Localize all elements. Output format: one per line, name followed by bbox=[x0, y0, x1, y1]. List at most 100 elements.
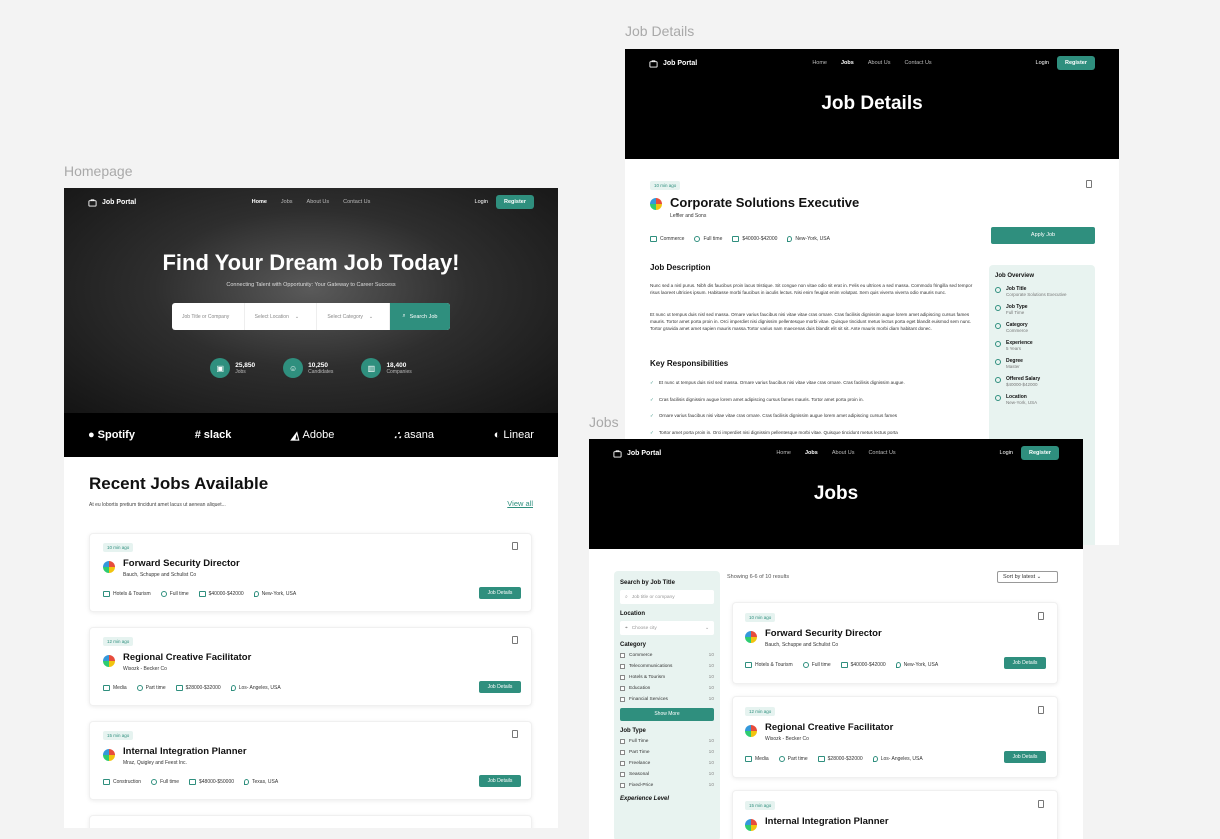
type-option[interactable]: Fixed-Price 10 bbox=[620, 781, 714, 789]
building-icon: ▥ bbox=[361, 358, 382, 378]
job-details-button[interactable]: Job Details bbox=[1004, 751, 1046, 763]
job-details-button[interactable]: Job Details bbox=[479, 775, 521, 787]
wallet-icon bbox=[732, 236, 740, 242]
nav-home[interactable]: Home bbox=[776, 450, 791, 456]
sort-select[interactable]: Sort by latest ⌄ bbox=[997, 571, 1058, 583]
bookmark-icon[interactable] bbox=[512, 730, 518, 738]
nav-about[interactable]: About Us bbox=[832, 450, 855, 456]
checkbox[interactable] bbox=[620, 738, 625, 744]
apply-job-button[interactable]: Apply Job bbox=[991, 227, 1095, 244]
nav-home[interactable]: Home bbox=[812, 60, 827, 66]
type-option[interactable]: Freelance 10 bbox=[620, 759, 714, 767]
category-select-label: Select Category bbox=[327, 313, 363, 320]
type-option[interactable]: Full Time 10 bbox=[620, 737, 714, 745]
time-badge: 15 min ago bbox=[745, 801, 776, 810]
category-option[interactable]: Financial Services 10 bbox=[620, 695, 714, 703]
nav-contact[interactable]: Contact Us bbox=[343, 199, 370, 205]
type-option[interactable]: Seasonal 10 bbox=[620, 770, 714, 778]
job-details-button[interactable]: Job Details bbox=[479, 587, 521, 599]
bookmark-icon[interactable] bbox=[1038, 706, 1044, 714]
type-option[interactable]: Part Time 10 bbox=[620, 748, 714, 756]
details-logo[interactable]: Job Portal bbox=[649, 59, 697, 68]
nav-home[interactable]: Home bbox=[252, 199, 267, 205]
checkbox[interactable] bbox=[620, 782, 625, 788]
time-badge: 15 min ago bbox=[103, 731, 134, 740]
bookmark-icon[interactable] bbox=[1038, 612, 1044, 620]
bookmark-icon[interactable] bbox=[1086, 180, 1092, 188]
job-title: Internal Integration Planner bbox=[765, 816, 889, 827]
register-button[interactable]: Register bbox=[1020, 446, 1059, 460]
job-card[interactable]: 15 min ago Internal Integration Planner … bbox=[89, 721, 532, 800]
time-badge: 12 min ago bbox=[103, 637, 134, 646]
job-card[interactable]: 10 min ago Forward Security Director Bau… bbox=[89, 533, 532, 612]
jobs-frame: Job Portal Home Jobs About Us Contact Us… bbox=[589, 439, 1083, 839]
job-card[interactable]: 12 min ago Regional Creative Facilitator… bbox=[732, 696, 1058, 778]
job-details-button[interactable]: Job Details bbox=[479, 681, 521, 693]
search-job-button[interactable]: ⌕ Search Job bbox=[390, 303, 451, 330]
job-card[interactable]: 10 min ago Forward Security Director Bau… bbox=[732, 602, 1058, 684]
category-select[interactable]: Select Category ⌄ bbox=[317, 303, 391, 330]
homepage-frame: Job Portal Home Jobs About Us Contact Us… bbox=[64, 188, 558, 828]
login-link[interactable]: Login bbox=[475, 199, 488, 205]
filter-search-title: Search by Job Title bbox=[620, 580, 675, 586]
job-search-bar: Job Title or Company Select Location ⌄ Se… bbox=[172, 303, 451, 330]
checkbox[interactable] bbox=[620, 749, 625, 755]
category-option[interactable]: Education 10 bbox=[620, 684, 714, 692]
jobs-logo[interactable]: Job Portal bbox=[613, 449, 661, 458]
bookmark-icon[interactable] bbox=[1038, 800, 1044, 808]
job-card[interactable]: 12 min ago Regional Creative Facilitator… bbox=[89, 627, 532, 706]
bookmark-icon[interactable] bbox=[512, 636, 518, 644]
checkbox[interactable] bbox=[620, 652, 625, 658]
nav-about[interactable]: About Us bbox=[307, 199, 330, 205]
register-button[interactable]: Register bbox=[1056, 56, 1095, 70]
briefcase-icon: ▣ bbox=[210, 358, 231, 378]
wallet-icon bbox=[188, 779, 196, 785]
checkbox[interactable] bbox=[620, 685, 625, 691]
job-title-input[interactable]: Job Title or Company bbox=[172, 303, 245, 330]
time-badge: 10 min ago bbox=[650, 181, 681, 190]
nav-jobs[interactable]: Jobs bbox=[281, 199, 293, 205]
view-all-link[interactable]: View all bbox=[507, 499, 533, 508]
job-title-search-input[interactable]: ⌕ Job title or company bbox=[620, 590, 714, 604]
category-option[interactable]: Telecommunications 10 bbox=[620, 662, 714, 670]
job-title: Regional Creative Facilitator bbox=[123, 652, 252, 663]
job-card[interactable] bbox=[89, 815, 532, 828]
overview-item: Degree Master bbox=[995, 358, 1089, 369]
show-more-button[interactable]: Show More bbox=[620, 708, 714, 721]
wallet-icon bbox=[840, 662, 848, 668]
category-option[interactable]: Hotels & Tourism 10 bbox=[620, 673, 714, 681]
briefcase-icon bbox=[103, 779, 110, 785]
checkbox[interactable] bbox=[620, 663, 625, 669]
nav-contact[interactable]: Contact Us bbox=[868, 450, 895, 456]
bookmark-icon[interactable] bbox=[512, 542, 518, 550]
register-button[interactable]: Register bbox=[495, 195, 534, 209]
checkbox[interactable] bbox=[620, 771, 625, 777]
nav-contact[interactable]: Contact Us bbox=[904, 60, 931, 66]
nav-jobs[interactable]: Jobs bbox=[805, 450, 818, 456]
filter-experience-title: Experience Level bbox=[620, 796, 670, 802]
overview-item: Location New-York, USA bbox=[995, 394, 1089, 405]
recent-jobs-subtitle: At eu lobortis pretium tincidunt amet la… bbox=[89, 502, 226, 508]
city-select[interactable]: ⌖ Choose city ⌄ bbox=[620, 621, 714, 635]
login-link[interactable]: Login bbox=[1000, 450, 1013, 456]
home-logo[interactable]: Job Portal bbox=[88, 198, 136, 207]
login-link[interactable]: Login bbox=[1036, 60, 1049, 66]
checkbox[interactable] bbox=[620, 674, 625, 680]
location-icon bbox=[872, 756, 878, 762]
checkbox[interactable] bbox=[620, 696, 625, 702]
jobs-page-title: Jobs bbox=[813, 483, 859, 504]
responsibility-item: ✓ Tortor amet porta proin in. Orci imperd… bbox=[650, 430, 898, 436]
job-card[interactable]: 15 min ago Internal Integration Planner bbox=[732, 790, 1058, 839]
location-select[interactable]: Select Location ⌄ bbox=[245, 303, 318, 330]
briefcase-icon bbox=[103, 685, 110, 691]
nav-jobs[interactable]: Jobs bbox=[841, 60, 854, 66]
category-option[interactable]: Commerce 10 bbox=[620, 651, 714, 659]
chevron-down-icon: ⌄ bbox=[368, 313, 374, 320]
briefcase-icon bbox=[649, 59, 658, 68]
job-details-button[interactable]: Job Details bbox=[1004, 657, 1046, 669]
job-title: Internal Integration Planner bbox=[123, 746, 247, 757]
stats-row: ▣ 25,850 Jobs ☺ 10,250 Candidates ▥ 18,400 Com… bbox=[64, 358, 558, 378]
checkbox[interactable] bbox=[620, 760, 625, 766]
nav-about[interactable]: About Us bbox=[868, 60, 891, 66]
company-name: Bauch, Schuppe and Schulist Co bbox=[765, 642, 839, 648]
